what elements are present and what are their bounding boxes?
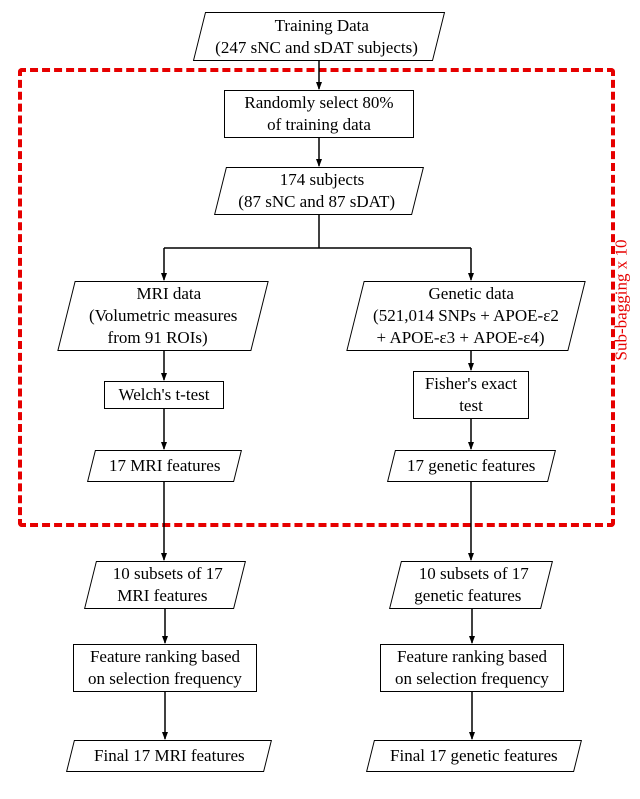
arrows [0,0,640,799]
flowchart: Sub-bagging x 10 Training Data (247 sNC … [0,0,640,799]
